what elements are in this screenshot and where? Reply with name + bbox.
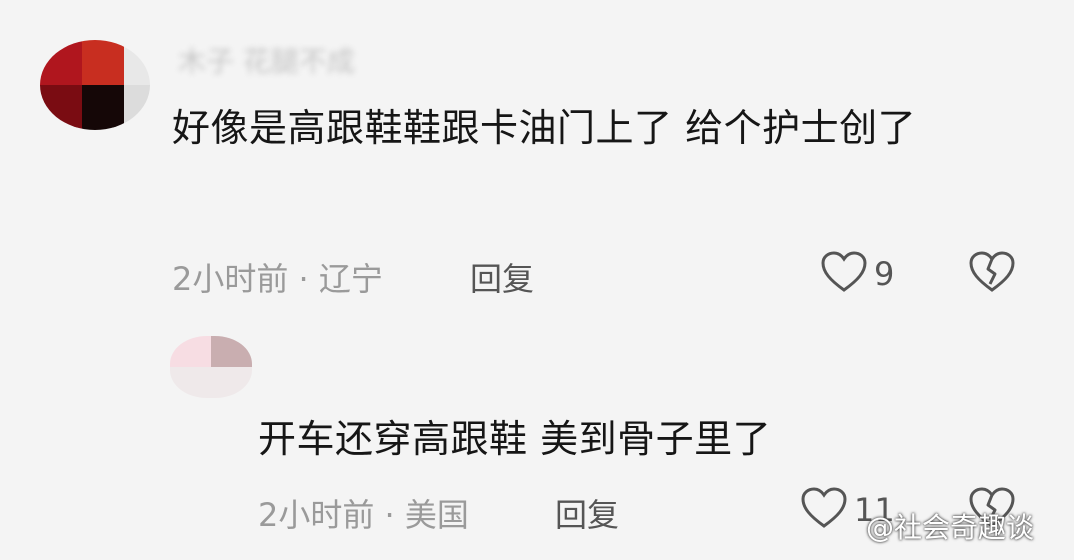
avatar-pixel [170,367,252,398]
heart-outline-icon [800,486,848,534]
username[interactable]: 木子 花腿不成 [178,40,355,80]
avatar-pixel [124,85,150,130]
reply-button[interactable]: 回复 [555,490,619,536]
like-button[interactable]: 9 [820,250,894,298]
broken-heart-icon [968,251,1016,298]
avatar-pixel [170,336,211,367]
avatar-pixel [211,336,252,367]
avatar-pixel [40,85,82,130]
like-count: 9 [874,255,895,293]
comment-text: 开车还穿高跟鞋 美到骨子里了 [258,417,772,461]
reply-button[interactable]: 回复 [470,254,534,300]
avatar[interactable] [40,40,150,130]
comment-meta: 2小时前 · 美国 [258,496,469,534]
watermark: @社会奇趣谈 [866,511,1035,544]
avatar[interactable] [170,336,252,398]
comment-meta: 2小时前 · 辽宁 [172,260,383,298]
comment-text: 好像是高跟鞋鞋跟卡油门上了 给个护士创了 [172,106,917,150]
dislike-button[interactable] [968,250,1016,298]
avatar-pixel [82,40,124,85]
heart-outline-icon [820,250,868,298]
avatar-pixel [82,85,124,130]
avatar-pixel [40,40,82,85]
avatar-pixel [124,40,150,85]
